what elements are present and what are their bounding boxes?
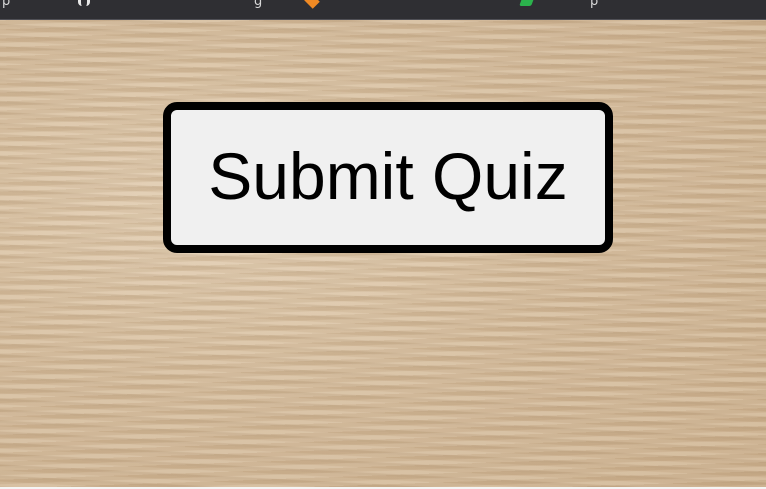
bookmark-icon[interactable] xyxy=(78,0,90,6)
submit-quiz-label: Submit Quiz xyxy=(208,138,568,213)
green-tag-icon[interactable] xyxy=(519,0,535,6)
bookmark-label-fragment[interactable]: p xyxy=(2,0,10,9)
textured-background xyxy=(0,20,766,489)
page: p g p Submit Quiz xyxy=(0,0,766,489)
bookmarks-bar: p g p xyxy=(0,0,766,20)
orange-diamond-icon[interactable] xyxy=(304,0,320,9)
bookmark-label-fragment[interactable]: g xyxy=(254,0,262,9)
submit-quiz-button[interactable]: Submit Quiz xyxy=(163,102,613,253)
bookmark-label-fragment[interactable]: p xyxy=(590,0,598,9)
